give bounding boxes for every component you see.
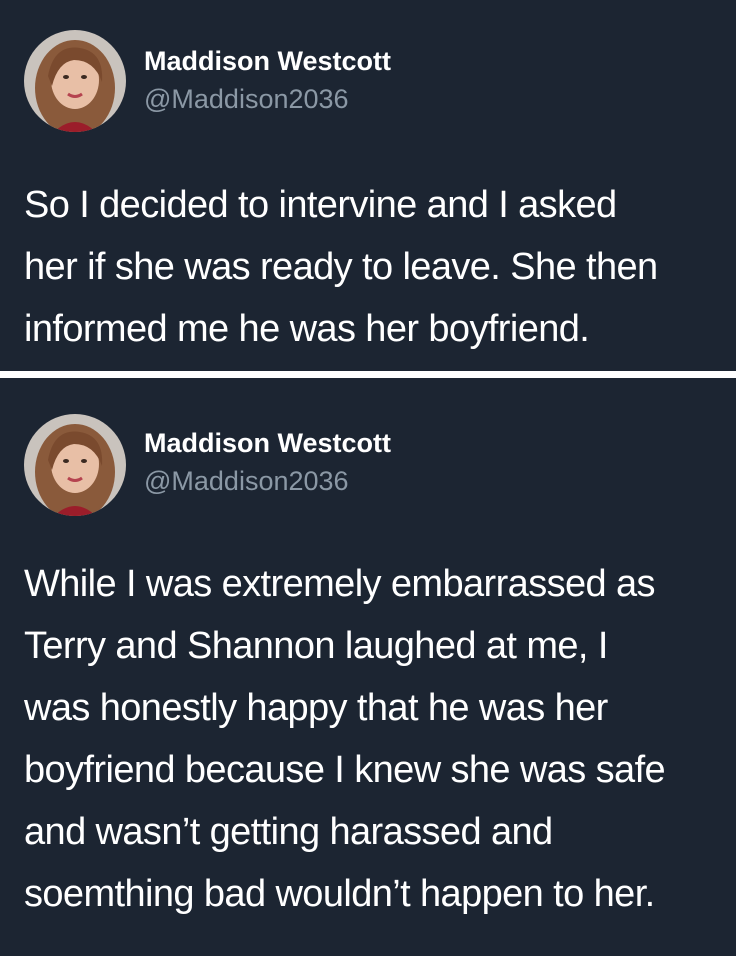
- tweet-card: Maddison Westcott @Maddison2036 While I …: [0, 378, 736, 956]
- tweet-card: Maddison Westcott @Maddison2036 So I dec…: [0, 0, 736, 371]
- tweet-text: While I was extremely embarrassed as Ter…: [24, 563, 666, 915]
- profile-photo-icon: [24, 30, 126, 132]
- profile-photo-icon: [24, 414, 126, 516]
- avatar[interactable]: [24, 30, 126, 132]
- author-name[interactable]: Maddison Westcott: [144, 427, 391, 459]
- tweet-text: So I decided to intervine and I asked he…: [24, 184, 658, 350]
- author-handle[interactable]: @Maddison2036: [144, 83, 349, 115]
- author-name[interactable]: Maddison Westcott: [144, 45, 391, 77]
- avatar[interactable]: [24, 414, 126, 516]
- author-handle[interactable]: @Maddison2036: [144, 465, 349, 497]
